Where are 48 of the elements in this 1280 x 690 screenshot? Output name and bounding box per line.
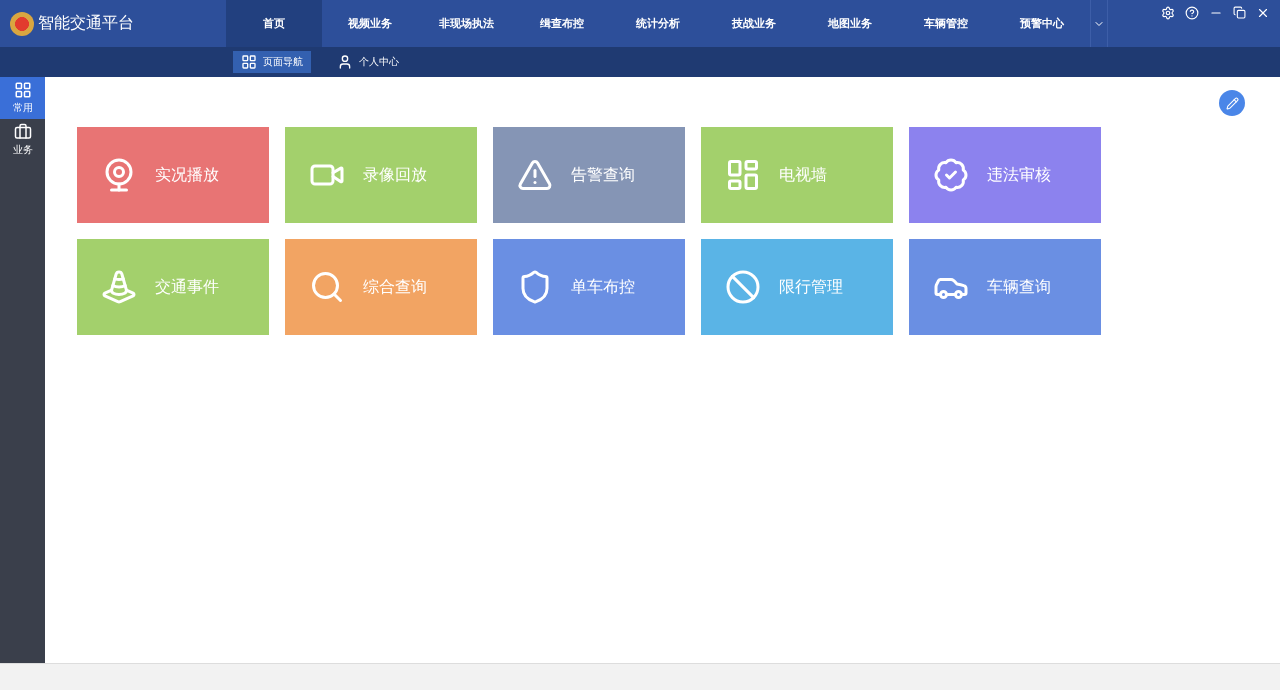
sub-tab-label: 页面导航 [263, 55, 303, 69]
settings-icon[interactable] [1161, 6, 1175, 20]
sidebar-label: 常用 [12, 101, 33, 115]
sub-tab-label: 个人中心 [359, 55, 399, 69]
grid-icon [725, 157, 761, 193]
tile-label: 车辆查询 [987, 276, 1051, 298]
nav-tab[interactable]: 非现场执法 [418, 0, 514, 47]
tile-label: 单车布控 [571, 276, 635, 298]
briefcase-icon [13, 123, 32, 141]
sidebar-item[interactable]: 业务 [0, 119, 45, 161]
edit-button[interactable] [1219, 90, 1245, 116]
nav-tab[interactable]: 车辆管控 [898, 0, 994, 47]
grid-icon [241, 54, 257, 70]
nav-tab[interactable]: 预警中心 [994, 0, 1090, 47]
traffic-cone-icon [101, 269, 137, 305]
sidebar-item[interactable]: 常用 [0, 77, 45, 119]
close-icon[interactable] [1256, 6, 1270, 20]
tile-label: 录像回放 [363, 164, 427, 186]
tile-label: 限行管理 [779, 276, 843, 298]
feature-tile[interactable]: 违法审核 [909, 127, 1101, 223]
search-icon [309, 269, 345, 305]
sub-tab[interactable]: 页面导航 [233, 51, 311, 73]
tile-label: 电视墙 [779, 164, 827, 186]
warning-icon [517, 157, 553, 193]
nav-tab[interactable]: 技战业务 [706, 0, 802, 47]
restore-icon[interactable] [1233, 6, 1246, 19]
emblem-icon [10, 11, 34, 36]
pencil-icon [1225, 96, 1239, 110]
nav-tab[interactable]: 视频业务 [322, 0, 418, 47]
grid-icon [13, 81, 32, 99]
app-title: 智能交通平台 [38, 13, 134, 34]
badge-check-icon [933, 157, 969, 193]
nav-tab[interactable]: 统计分析 [610, 0, 706, 47]
nav-tab[interactable]: 缉查布控 [514, 0, 610, 47]
nav-tab[interactable]: 地图业务 [802, 0, 898, 47]
tile-label: 交通事件 [155, 276, 219, 298]
feature-tile[interactable]: 单车布控 [493, 239, 685, 335]
nav-tab[interactable]: 首页 [226, 0, 322, 47]
tile-label: 实况播放 [155, 164, 219, 186]
tile-label: 违法审核 [987, 164, 1051, 186]
tile-label: 告警查询 [571, 164, 635, 186]
sub-tab[interactable]: 个人中心 [329, 51, 407, 73]
feature-tile[interactable]: 车辆查询 [909, 239, 1101, 335]
sidebar-label: 业务 [12, 143, 33, 157]
user-icon [337, 54, 353, 70]
ban-icon [725, 269, 761, 305]
tile-label: 综合查询 [363, 276, 427, 298]
help-icon[interactable] [1185, 6, 1199, 20]
